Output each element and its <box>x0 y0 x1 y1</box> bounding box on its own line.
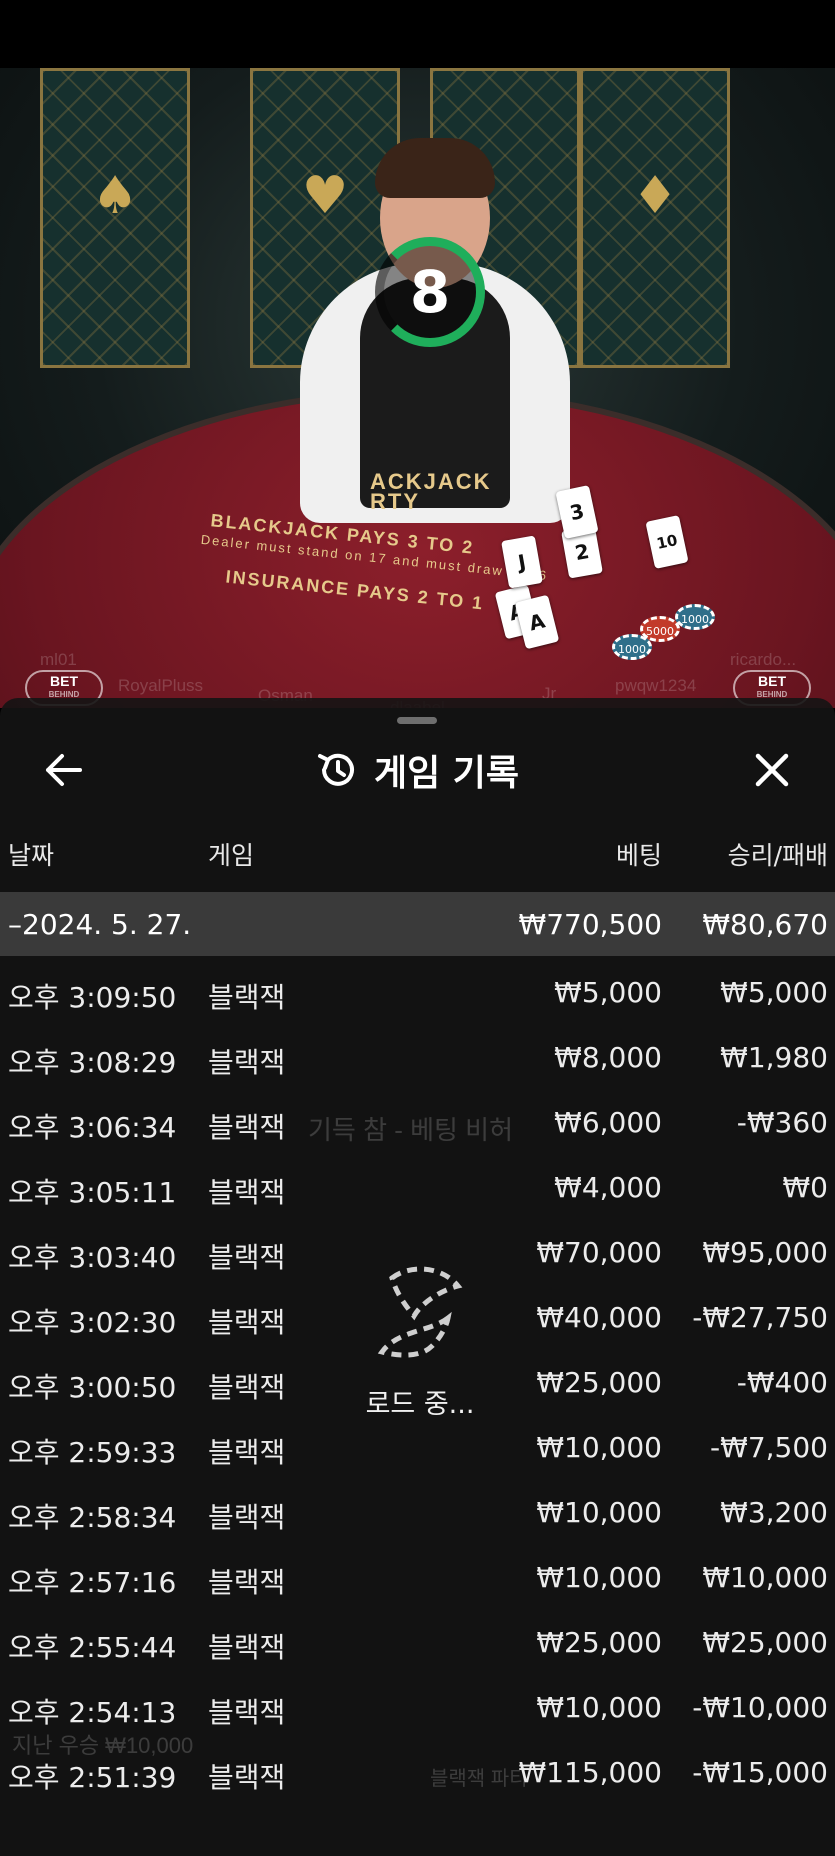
row-game: 블랙잭 <box>208 1046 286 1079</box>
history-icon <box>317 753 354 786</box>
row-result: ₩0 <box>782 1171 829 1204</box>
row-time: 오후 3:03:40 <box>8 1241 177 1274</box>
history-row[interactable]: 오후 2:57:16 블랙잭 ₩10,000 ₩10,000 <box>0 1547 835 1612</box>
history-row[interactable]: 오후 3:09:50 블랙잭 ₩5,000 ₩5,000 <box>0 962 835 1027</box>
summary-date: –2024. 5. 27. <box>8 908 192 941</box>
row-result: -₩400 <box>736 1366 828 1399</box>
row-result: ₩10,000 <box>702 1561 828 1594</box>
column-header-win-loss: 승리/패배 <box>727 841 828 870</box>
row-game: 블랙잭 <box>208 1306 286 1339</box>
row-result: ₩1,980 <box>720 1041 828 1074</box>
loading-spinner-icon <box>377 1266 463 1358</box>
date-summary-row[interactable]: –2024. 5. 27. ₩770,500 ₩80,670 <box>0 892 835 956</box>
row-time: 오후 2:59:33 <box>8 1436 177 1469</box>
row-time: 오후 3:08:29 <box>8 1046 177 1079</box>
row-bet: ₩70,000 <box>536 1236 662 1269</box>
row-bet: ₩6,000 <box>554 1106 662 1139</box>
summary-win-loss-total: ₩80,670 <box>702 908 828 941</box>
dealer-hair <box>375 138 495 198</box>
sheet-header: 게임 기록 <box>0 722 835 818</box>
loading-label: 로드 중... <box>365 1389 475 1420</box>
history-row[interactable]: 오후 2:51:39 블랙잭 ₩115,000 -₩15,000 <box>0 1742 835 1807</box>
row-game: 블랙잭 <box>208 1501 286 1534</box>
row-result: -₩10,000 <box>692 1691 828 1724</box>
row-bet: ₩10,000 <box>536 1561 662 1594</box>
row-game: 블랙잭 <box>208 1566 286 1599</box>
row-game: 블랙잭 <box>208 1371 286 1404</box>
diamond-symbol: ♦ <box>631 166 679 226</box>
row-time: 오후 3:09:50 <box>8 981 177 1014</box>
row-time: 오후 3:00:50 <box>8 1371 177 1404</box>
column-header-bet: 베팅 <box>615 841 662 870</box>
row-game: 블랙잭 <box>208 981 286 1014</box>
table-logo: ACKJACK RTY <box>370 469 492 514</box>
page-title: 게임 기록 <box>373 753 519 794</box>
row-bet: ₩10,000 <box>536 1691 662 1724</box>
history-row[interactable]: 오후 2:55:44 블랙잭 ₩25,000 ₩25,000 <box>0 1612 835 1677</box>
history-row[interactable]: 오후 3:06:34 블랙잭 ₩6,000 -₩360 <box>0 1092 835 1157</box>
row-bet: ₩10,000 <box>536 1496 662 1529</box>
title-group: 게임 기록 <box>0 744 835 796</box>
history-row[interactable]: 오후 3:05:11 블랙잭 ₩4,000 ₩0 <box>0 1157 835 1222</box>
row-result: ₩3,200 <box>720 1496 828 1529</box>
spade-symbol: ♠ <box>91 166 139 226</box>
table-header-row: 날짜 게임 베팅 승리/패배 <box>0 836 835 882</box>
history-row[interactable]: 오후 2:58:34 블랙잭 ₩10,000 ₩3,200 <box>0 1482 835 1547</box>
column-header-game: 게임 <box>208 841 255 870</box>
close-icon <box>755 753 789 787</box>
row-game: 블랙잭 <box>208 1436 286 1469</box>
row-time: 오후 2:51:39 <box>8 1761 177 1794</box>
player-name: pwqw1234 <box>615 676 697 695</box>
betting-timer: 8 <box>375 237 485 347</box>
decor-panel: ♦ <box>580 68 730 368</box>
summary-bet-total: ₩770,500 <box>518 908 662 941</box>
row-game: 블랙잭 <box>208 1631 286 1664</box>
row-game: 블랙잭 <box>208 1761 286 1794</box>
row-time: 오후 3:05:11 <box>8 1176 177 1209</box>
row-game: 블랙잭 <box>208 1111 286 1144</box>
decor-panel: ♠ <box>40 68 190 368</box>
row-result: ₩95,000 <box>702 1236 828 1269</box>
close-button[interactable] <box>748 746 796 794</box>
row-bet: ₩8,000 <box>554 1041 662 1074</box>
row-time: 오후 2:55:44 <box>8 1631 177 1664</box>
row-bet: ₩40,000 <box>536 1301 662 1334</box>
chip: 1000 <box>675 604 715 630</box>
row-result: -₩27,750 <box>692 1301 828 1334</box>
bet-behind-label: BET <box>758 673 786 689</box>
row-game: 블랙잭 <box>208 1241 286 1274</box>
row-bet: ₩115,000 <box>518 1756 662 1789</box>
row-time: 오후 3:06:34 <box>8 1111 177 1144</box>
row-time: 오후 2:58:34 <box>8 1501 177 1534</box>
history-row[interactable]: 오후 2:59:33 블랙잭 ₩10,000 -₩7,500 <box>0 1417 835 1482</box>
loading-indicator: 로드 중... <box>340 1262 500 1421</box>
row-game: 블랙잭 <box>208 1696 286 1729</box>
row-time: 오후 3:02:30 <box>8 1306 177 1339</box>
row-game: 블랙잭 <box>208 1176 286 1209</box>
row-result: -₩360 <box>736 1106 828 1139</box>
row-result: -₩7,500 <box>710 1431 828 1464</box>
row-time: 오후 2:57:16 <box>8 1566 177 1599</box>
player-name: ml01 <box>40 650 77 669</box>
row-result: ₩25,000 <box>702 1626 828 1659</box>
history-row[interactable]: 오후 2:54:13 블랙잭 ₩10,000 -₩10,000 <box>0 1677 835 1742</box>
chip: 1000 <box>612 634 652 660</box>
row-result: -₩15,000 <box>692 1756 828 1789</box>
bet-behind-label: BET <box>50 673 78 689</box>
row-bet: ₩4,000 <box>554 1171 662 1204</box>
column-header-date: 날짜 <box>8 841 55 870</box>
row-bet: ₩5,000 <box>554 976 662 1009</box>
row-result: ₩5,000 <box>720 976 828 1009</box>
row-time: 오후 2:54:13 <box>8 1696 177 1729</box>
live-video-feed: ♠ ♥ ♦ ACKJACK RTY BLACKJACK PAYS 3 TO 2 … <box>0 68 835 708</box>
player-name: ricardo... <box>730 650 797 669</box>
row-bet: ₩25,000 <box>536 1366 662 1399</box>
row-bet: ₩25,000 <box>536 1626 662 1659</box>
player-name: RoyalPluss <box>118 676 204 695</box>
row-bet: ₩10,000 <box>536 1431 662 1464</box>
history-row[interactable]: 오후 3:08:29 블랙잭 ₩8,000 ₩1,980 <box>0 1027 835 1092</box>
